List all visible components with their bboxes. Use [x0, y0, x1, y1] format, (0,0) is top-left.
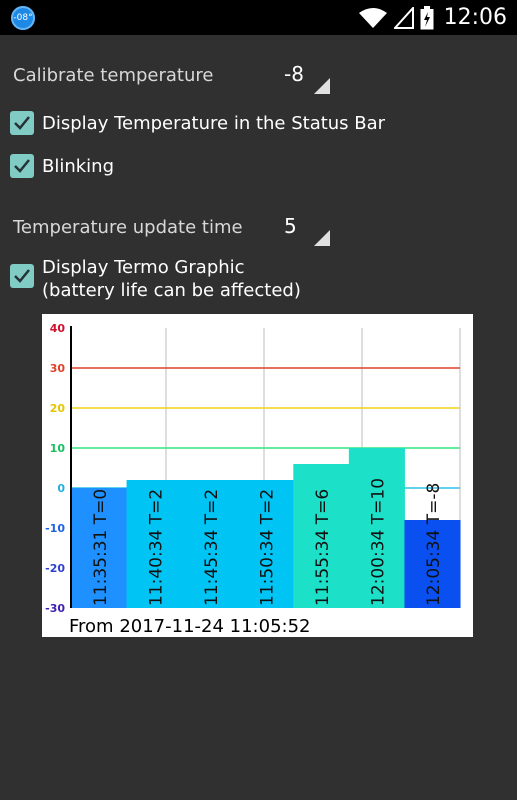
bar-label-1: 11:35:31 T=0 [91, 489, 111, 606]
bar-label-4: 11:50:34 T=2 [258, 489, 278, 606]
dropdown-arrow-icon [314, 78, 330, 94]
bar-label-7: 12:05:34 T=-8 [424, 483, 444, 606]
y-tick-label: -10 [45, 522, 65, 535]
temperature-chart: 11:35:31 T=0 11:40:34 T=2 11:45:34 T=2 11:5… [42, 314, 473, 637]
bar-label-5: 11:55:34 T=6 [313, 489, 333, 606]
blinking-checkbox[interactable] [10, 154, 34, 178]
y-tick-label: 40 [50, 322, 66, 335]
clock: 12:06 [443, 5, 507, 30]
bar-label-3: 11:45:34 T=2 [202, 489, 222, 606]
chart-canvas: 11:35:31 T=0 11:40:34 T=2 11:45:34 T=2 11:5… [45, 322, 461, 637]
check-icon [14, 159, 30, 173]
bar-label-6: 12:00:34 T=10 [369, 478, 389, 606]
y-tick-label: -30 [45, 602, 65, 615]
y-tick-label: 0 [57, 482, 65, 495]
check-icon [14, 116, 30, 130]
wifi-icon [358, 7, 387, 28]
y-tick-label: -20 [45, 562, 65, 575]
calibrate-temperature-label: Calibrate temperature [13, 65, 214, 86]
dropdown-arrow-icon [314, 230, 330, 246]
y-tick-label: 30 [50, 362, 66, 375]
signal-icon [393, 6, 414, 29]
temperature-badge: -08° [11, 6, 35, 30]
status-bar: -08° 12:06 [0, 0, 517, 35]
update-time-label: Temperature update time [13, 217, 243, 238]
blinking-label: Blinking [42, 156, 115, 177]
check-icon [14, 269, 30, 283]
y-tick-label: 20 [50, 402, 66, 415]
calibrate-temperature-spinner[interactable]: -8 [274, 60, 330, 94]
bar-label-2: 11:40:34 T=2 [146, 489, 166, 606]
display-status-bar-label: Display Temperature in the Status Bar [42, 113, 386, 134]
update-time-value: 5 [284, 214, 297, 238]
chart-footer: From 2017-11-24 11:05:52 [69, 616, 311, 637]
termo-graphic-label-line2: (battery life can be affected) [42, 280, 301, 301]
status-icons: 12:06 [358, 0, 507, 35]
termo-graphic-label-line1: Display Termo Graphic [42, 257, 245, 278]
calibrate-value: -8 [284, 62, 304, 86]
display-status-bar-checkbox[interactable] [10, 111, 34, 135]
update-time-spinner[interactable]: 5 [274, 212, 330, 246]
y-tick-label: 10 [50, 442, 66, 455]
termo-graphic-label: Display Termo Graphic (battery life can … [42, 256, 301, 302]
battery-icon [420, 5, 434, 29]
termo-graphic-checkbox[interactable] [10, 264, 34, 288]
